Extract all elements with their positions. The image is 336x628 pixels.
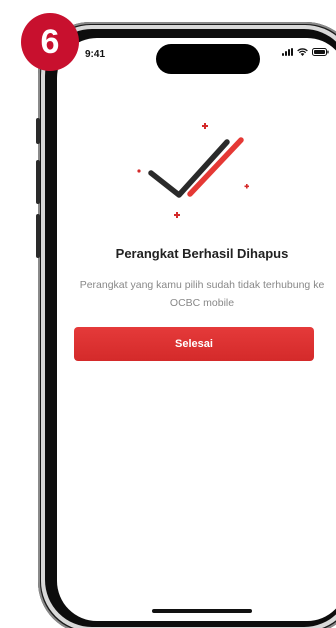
page-title: Perangkat Berhasil Dihapus [115, 246, 289, 261]
done-button[interactable]: Selesai [74, 327, 314, 361]
phone-screen: 9:41 Perangkat Berhasil Dihapus Perangka… [57, 38, 336, 621]
home-indicator[interactable] [152, 609, 252, 613]
status-time: 9:41 [85, 49, 106, 60]
step-badge: 6 [21, 13, 79, 71]
mute-switch [36, 118, 40, 144]
wifi-icon [297, 48, 308, 56]
done-button-label: Selesai [175, 338, 213, 350]
volume-down-button [36, 214, 40, 258]
success-checkmark-illustration [127, 116, 257, 231]
step-number: 6 [40, 22, 60, 61]
dynamic-island [156, 44, 260, 74]
checkmark-icon [137, 123, 249, 218]
battery-icon [312, 48, 329, 56]
stage: 6 9:41 Perangkat Berhasil Dihapus Perang… [0, 0, 336, 628]
status-icons [282, 48, 329, 56]
volume-up-button [36, 160, 40, 204]
description-text: Perangkat yang kamu pilih sudah tidak te… [79, 279, 325, 309]
signal-icon [282, 48, 293, 56]
